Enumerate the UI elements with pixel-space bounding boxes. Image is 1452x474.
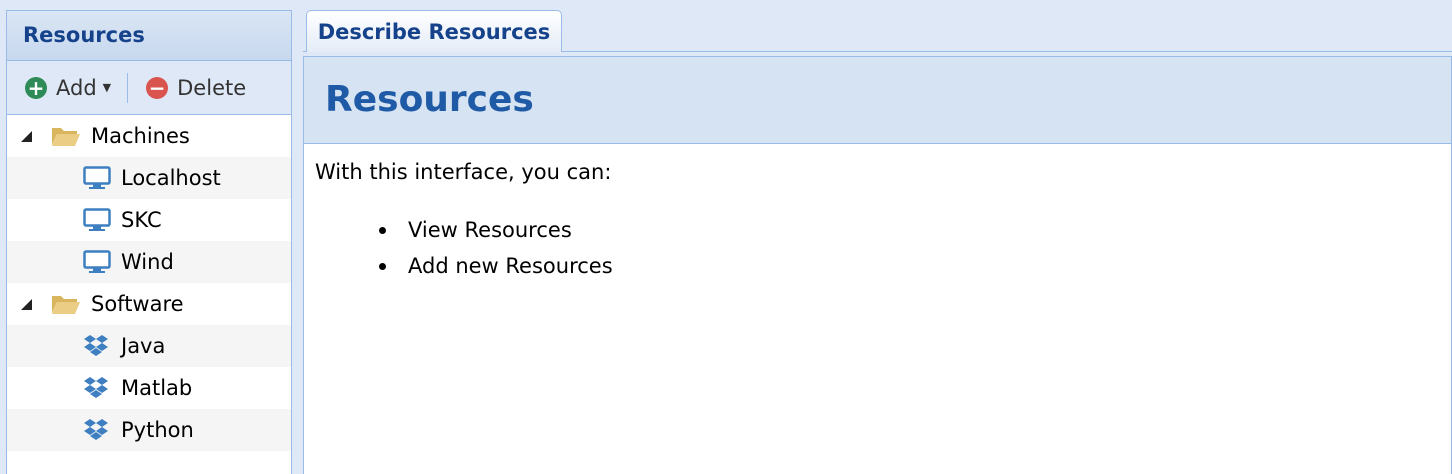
intro-text: With this interface, you can: — [315, 160, 612, 184]
tree-leaf-matlab[interactable]: Matlab — [7, 367, 291, 409]
resources-panel: Resources + Add ▼ − Delete Machines Loca… — [6, 10, 292, 474]
folder-open-icon — [52, 128, 80, 146]
triangle-expanded-icon[interactable] — [21, 130, 33, 142]
tree-node-label: Software — [91, 292, 184, 316]
monitor-icon — [83, 249, 111, 275]
tree-leaf-label: SKC — [121, 208, 162, 232]
page-title: Resources — [304, 57, 1451, 144]
add-label: Add — [56, 75, 97, 100]
tree-node-label: Machines — [91, 124, 190, 148]
dropbox-icon — [83, 417, 111, 443]
toolbar: + Add ▼ − Delete — [7, 61, 291, 115]
main-panel: Resources With this interface, you can: … — [303, 56, 1452, 474]
list-item: Add new Resources — [367, 248, 1451, 284]
tree-leaf-python[interactable]: Python — [7, 409, 291, 451]
tree-leaf-label: Java — [121, 334, 166, 358]
tree-leaf-label: Python — [121, 418, 194, 442]
toolbar-separator — [127, 72, 129, 103]
tree-leaf-skc[interactable]: SKC — [7, 199, 291, 241]
monitor-icon — [83, 207, 111, 233]
monitor-icon — [83, 165, 111, 191]
tree-leaf-label: Localhost — [121, 166, 221, 190]
panel-title: Resources — [7, 11, 291, 61]
minus-circle-icon: − — [146, 76, 169, 99]
delete-label: Delete — [177, 75, 247, 100]
tree-leaf-label: Matlab — [121, 376, 193, 400]
delete-button[interactable]: − Delete — [146, 76, 246, 100]
add-button[interactable]: + Add ▼ — [25, 76, 111, 100]
tab-describe-resources[interactable]: Describe Resources — [306, 10, 562, 52]
plus-circle-icon: + — [25, 76, 47, 99]
tree-leaf-java[interactable]: Java — [7, 325, 291, 367]
resource-tree: Machines Localhost SKC Wind Software Jav… — [7, 115, 291, 451]
main-content: With this interface, you can: View Resou… — [304, 144, 1451, 284]
dropbox-icon — [83, 375, 111, 401]
tree-leaf-localhost[interactable]: Localhost — [7, 157, 291, 199]
tree-node-machines[interactable]: Machines — [7, 115, 291, 157]
tree-leaf-wind[interactable]: Wind — [7, 241, 291, 283]
folder-open-icon — [52, 296, 80, 314]
feature-list: View Resources Add new Resources — [367, 212, 1451, 284]
tree-leaf-label: Wind — [121, 250, 174, 274]
dropbox-icon — [83, 333, 111, 359]
triangle-expanded-icon[interactable] — [21, 298, 33, 310]
caret-down-icon: ▼ — [102, 81, 112, 94]
tree-node-software[interactable]: Software — [7, 283, 291, 325]
list-item: View Resources — [367, 212, 1451, 248]
